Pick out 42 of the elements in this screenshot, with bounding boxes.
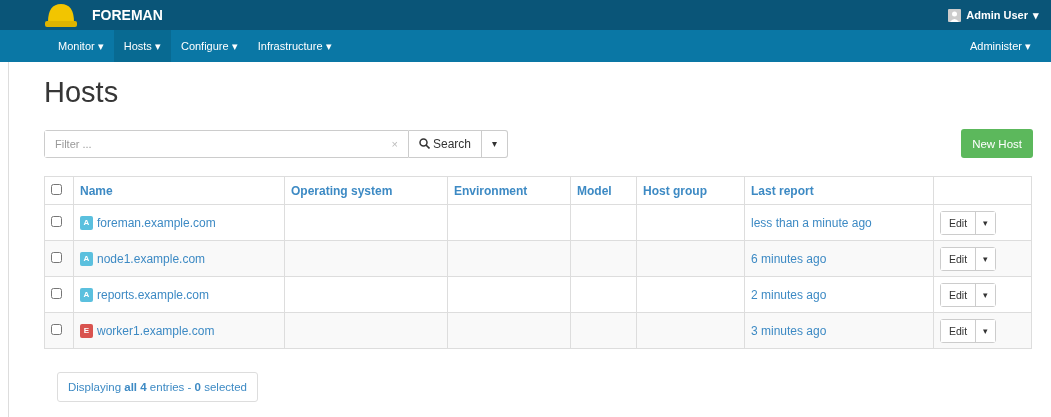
column-header[interactable]: Model xyxy=(570,176,637,205)
host-link[interactable]: foreman.example.com xyxy=(97,215,216,230)
last-report-link[interactable]: less than a minute ago xyxy=(751,215,872,230)
last-report-link[interactable]: 6 minutes ago xyxy=(751,251,827,266)
column-header[interactable]: Last report xyxy=(744,176,934,205)
brand-title[interactable]: FOREMAN xyxy=(92,7,163,23)
actions-dropdown-button[interactable]: ▾ xyxy=(975,319,996,342)
status-badge: A xyxy=(80,251,93,266)
row-checkbox[interactable] xyxy=(51,287,62,299)
last-report-link[interactable]: 2 minutes ago xyxy=(751,287,827,302)
edit-button[interactable]: Edit xyxy=(941,247,976,270)
pagination-summary: Displaying all 4 entries - 0 selected xyxy=(57,372,258,402)
search-icon xyxy=(418,138,430,149)
status-badge: A xyxy=(80,287,93,302)
status-badge: A xyxy=(80,215,93,230)
actions-dropdown-button[interactable]: ▾ xyxy=(975,283,996,306)
host-link[interactable]: reports.example.com xyxy=(97,287,210,302)
actions-dropdown-button[interactable]: ▾ xyxy=(975,247,996,270)
nav-menu-item[interactable]: Monitor ▾ xyxy=(48,30,114,62)
nav-menu-item[interactable]: Administer ▾ xyxy=(959,30,1041,62)
host-link[interactable]: node1.example.com xyxy=(97,251,206,266)
row-checkbox[interactable] xyxy=(51,323,62,335)
status-badge: E xyxy=(80,323,93,338)
column-header[interactable]: Name xyxy=(73,176,285,205)
host-link[interactable]: worker1.example.com xyxy=(97,323,215,338)
nav-menu-item[interactable]: Configure ▾ xyxy=(170,30,248,62)
column-header[interactable]: Host group xyxy=(636,176,745,205)
edit-button[interactable]: Edit xyxy=(941,319,976,342)
nav-menu-item[interactable]: Infrastructure ▾ xyxy=(247,30,342,62)
row-checkbox[interactable] xyxy=(51,251,62,263)
page-title: Hosts xyxy=(44,76,120,109)
search-button[interactable]: Search xyxy=(408,129,482,158)
column-header[interactable]: Environment xyxy=(447,176,571,205)
select-all-checkbox[interactable] xyxy=(51,183,62,195)
last-report-link[interactable]: 3 minutes ago xyxy=(751,323,827,338)
row-checkbox[interactable] xyxy=(51,215,62,227)
avatar-icon xyxy=(948,8,962,22)
column-header[interactable]: Operating system xyxy=(284,176,448,205)
search-options-button[interactable]: ▾ xyxy=(482,129,508,158)
user-menu[interactable]: Admin User ▾ xyxy=(948,8,1039,22)
nav-menu-item[interactable]: Hosts ▾ xyxy=(113,30,171,62)
actions-dropdown-button[interactable]: ▾ xyxy=(975,211,996,234)
